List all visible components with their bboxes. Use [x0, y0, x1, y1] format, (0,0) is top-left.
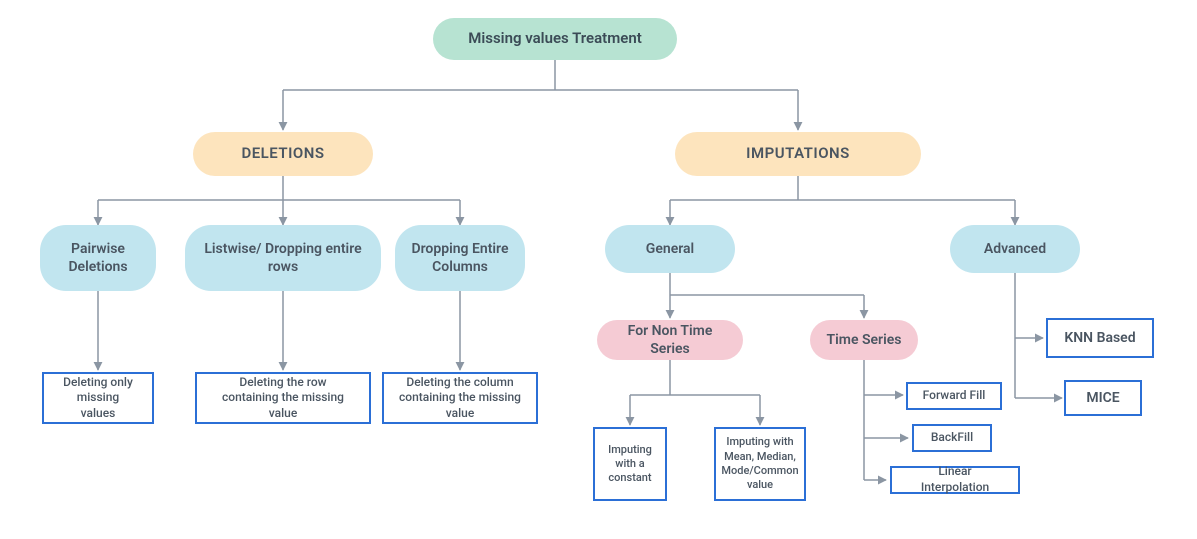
linear-interp-box: Linear Interpolation: [890, 466, 1020, 494]
impute-mmm-box: Imputing with Mean, Median, Mode/Common …: [714, 427, 806, 501]
non-ts-node: For Non Time Series: [597, 320, 743, 360]
backfill-box: BackFill: [912, 424, 992, 452]
impute-constant-box: Imputing with a constant: [593, 427, 667, 501]
pairwise-desc-box: Deleting only missing values: [42, 372, 154, 424]
root-node: Missing values Treatment: [433, 18, 677, 60]
deletions-node: DELETIONS: [193, 132, 373, 176]
ts-node: Time Series: [810, 320, 918, 360]
listwise-desc-box: Deleting the row containing the missing …: [195, 372, 371, 424]
listwise-node: Listwise/ Dropping entire rows: [185, 225, 381, 291]
advanced-node: Advanced: [950, 225, 1080, 273]
dropping-columns-node: Dropping Entire Columns: [395, 225, 525, 291]
imputations-node: IMPUTATIONS: [675, 132, 921, 176]
general-node: General: [605, 225, 735, 273]
knn-box: KNN Based: [1046, 318, 1154, 358]
mice-box: MICE: [1064, 380, 1142, 416]
forward-fill-box: Forward Fill: [906, 382, 1002, 410]
pairwise-deletions-node: Pairwise Deletions: [40, 225, 156, 291]
dropcol-desc-box: Deleting the column containing the missi…: [382, 372, 538, 424]
